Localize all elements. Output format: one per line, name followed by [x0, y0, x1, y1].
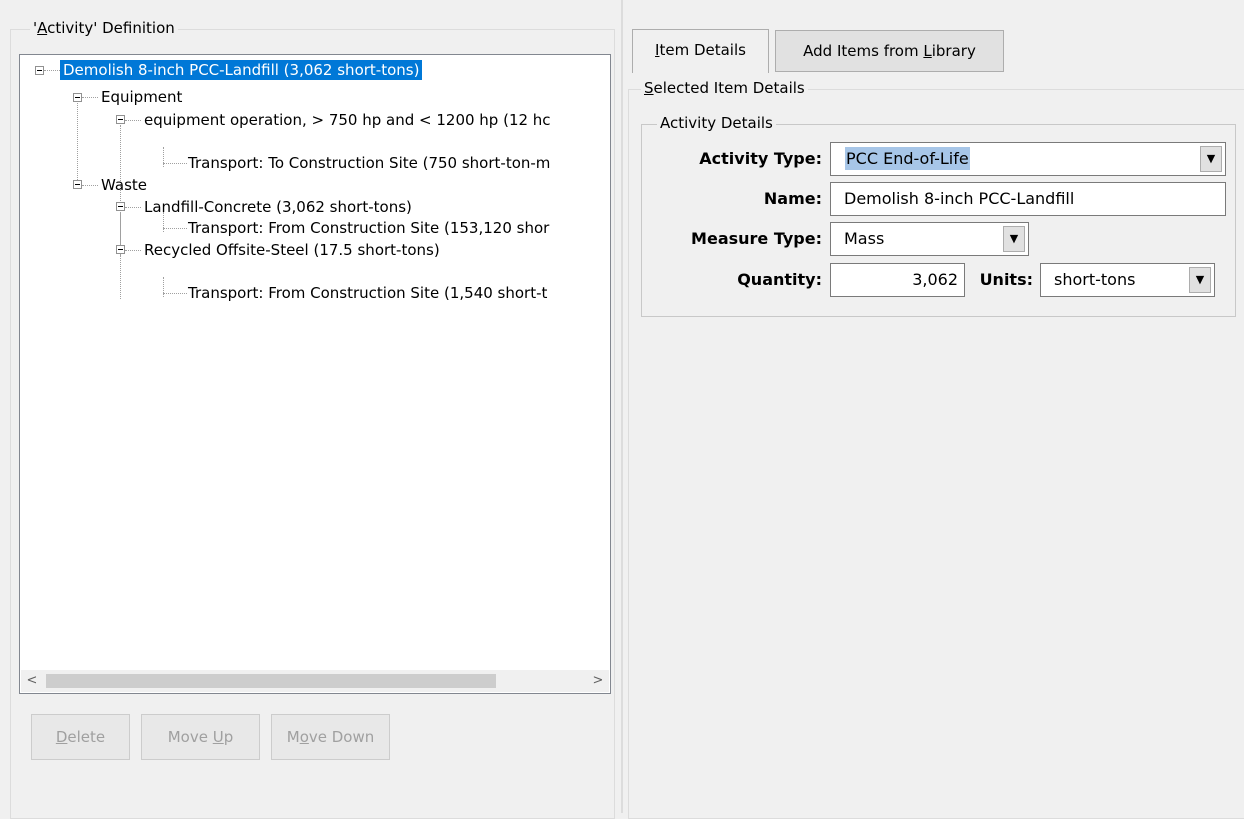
tree-node-label: Recycled Offsite-Steel (17.5 short-tons): [144, 241, 440, 259]
item-details-label: tem Details: [659, 41, 746, 59]
horizontal-scrollbar[interactable]: < >: [21, 670, 609, 692]
move-down-button[interactable]: Move Down: [271, 714, 390, 760]
tree-node-label: Landfill-Concrete (3,062 short-tons): [144, 198, 412, 216]
selected-item-details-legend: Selected Item Details: [641, 79, 808, 97]
tree-node-label: Transport: From Construction Site (1,540…: [188, 284, 548, 302]
tree-connector: [163, 163, 187, 164]
collapse-icon[interactable]: [116, 115, 125, 124]
add-items-label-post: ibrary: [931, 42, 976, 60]
activity-type-value: PCC End-of-Life: [845, 147, 970, 170]
tree-node-label: Transport: To Construction Site (750 sho…: [188, 154, 551, 172]
activity-definition-legend: 'Activity' Definition: [30, 19, 178, 37]
units-value: short-tons: [1054, 270, 1136, 289]
quantity-field[interactable]: 3,062: [830, 263, 965, 297]
panel-divider: [621, 0, 623, 813]
units-select[interactable]: short-tons ▼: [1040, 263, 1215, 297]
move-up-button[interactable]: Move Up: [141, 714, 260, 760]
tree-connector: [163, 228, 187, 229]
move-down-label-pre: M: [286, 728, 300, 746]
selected-item-accel: S: [644, 79, 654, 97]
collapse-icon[interactable]: [73, 93, 82, 102]
tree-connector: [125, 207, 141, 208]
chevron-down-icon[interactable]: ▼: [1189, 267, 1211, 293]
tree-node-recycled-steel[interactable]: Recycled Offsite-Steel (17.5 short-tons): [141, 239, 443, 261]
tree-connector: [82, 185, 98, 186]
legend-text-post: ctivity' Definition: [47, 19, 175, 37]
collapse-icon[interactable]: [35, 66, 44, 75]
tree-node-equipment[interactable]: Equipment: [98, 86, 185, 108]
tree-connector: [163, 277, 164, 297]
scroll-left-icon[interactable]: <: [21, 670, 43, 692]
quantity-label: Quantity:: [737, 270, 822, 289]
collapse-icon[interactable]: [116, 202, 125, 211]
tree-node-transport-to-site[interactable]: Transport: To Construction Site (750 sho…: [185, 152, 553, 174]
scroll-right-icon[interactable]: >: [587, 670, 609, 692]
activity-type-select[interactable]: PCC End-of-Life ▼: [830, 142, 1226, 176]
selected-item-legend-text: elected Item Details: [653, 79, 805, 97]
tree-node-label: Equipment: [101, 88, 183, 106]
tree-node-label: Waste: [101, 176, 147, 194]
move-up-label-pre: Move: [167, 728, 213, 746]
collapse-icon[interactable]: [116, 245, 125, 254]
scrollbar-thumb[interactable]: [46, 674, 496, 688]
tree-connector: [125, 250, 141, 251]
activity-type-label: Activity Type:: [699, 149, 822, 168]
tree-node-equipment-operation[interactable]: equipment operation, > 750 hp and < 1200…: [141, 109, 554, 131]
tree-node-transport-from-site-2[interactable]: Transport: From Construction Site (1,540…: [185, 282, 550, 304]
tab-add-items-from-library[interactable]: Add Items from Library: [775, 30, 1004, 72]
activity-details-legend: Activity Details: [657, 114, 776, 132]
add-items-accel: L: [923, 42, 932, 60]
delete-label: elete: [67, 728, 106, 746]
tree-node-label: equipment operation, > 750 hp and < 1200…: [144, 111, 551, 129]
tree-connector: [125, 120, 141, 121]
add-items-label-pre: Add Items from: [803, 42, 924, 60]
move-down-label-post: ve Down: [308, 728, 375, 746]
move-up-accel: U: [212, 728, 224, 746]
delete-button[interactable]: Delete: [31, 714, 130, 760]
delete-accel: D: [55, 728, 68, 746]
tree-node-label: Demolish 8-inch PCC-Landfill (3,062 shor…: [60, 60, 423, 80]
measure-type-label: Measure Type:: [691, 229, 822, 248]
name-label: Name:: [763, 189, 822, 208]
collapse-icon[interactable]: [73, 180, 82, 189]
chevron-down-icon[interactable]: ▼: [1200, 146, 1222, 172]
measure-type-select[interactable]: Mass ▼: [830, 222, 1029, 256]
activity-tree[interactable]: Demolish 8-inch PCC-Landfill (3,062 shor…: [19, 54, 611, 694]
name-field[interactable]: Demolish 8-inch PCC-Landfill: [830, 182, 1226, 216]
tree-node-waste[interactable]: Waste: [98, 174, 150, 196]
tree-node-landfill-concrete[interactable]: Landfill-Concrete (3,062 short-tons): [141, 196, 415, 218]
chevron-down-icon[interactable]: ▼: [1003, 226, 1025, 252]
measure-type-value: Mass: [844, 229, 885, 248]
tree-node-root[interactable]: Demolish 8-inch PCC-Landfill (3,062 shor…: [60, 59, 423, 81]
tree-connector: [163, 147, 164, 167]
tree-connector: [77, 103, 78, 184]
tree-connector: [163, 293, 187, 294]
tab-item-details[interactable]: Item Details: [632, 29, 769, 73]
move-up-label-post: p: [223, 728, 234, 746]
units-label: Units:: [979, 270, 1033, 289]
legend-accel: A: [37, 19, 48, 37]
move-down-accel: o: [299, 728, 309, 746]
tree-connector: [82, 97, 98, 98]
tree-node-label: Transport: From Construction Site (153,1…: [188, 219, 550, 237]
tree-node-transport-from-site-1[interactable]: Transport: From Construction Site (153,1…: [185, 217, 552, 239]
